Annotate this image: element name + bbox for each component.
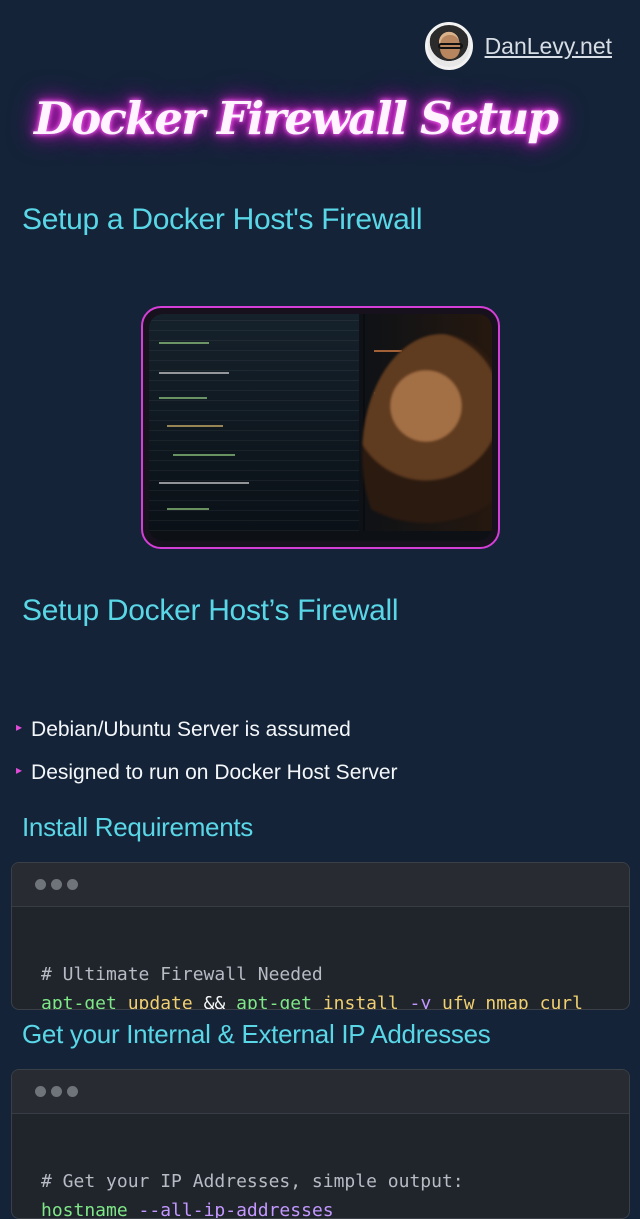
author-avatar[interactable] [424, 22, 473, 70]
code-screen [149, 314, 359, 541]
code-token: hostname [41, 1200, 128, 1219]
code-token: apt-get [41, 993, 117, 1010]
install-code-block: # Ultimate Firewall Needed apt-get updat… [11, 862, 630, 1010]
code-body[interactable]: # Get your IP Addresses, simple output: … [12, 1114, 629, 1219]
ip-code-block: # Get your IP Addresses, simple output: … [11, 1069, 630, 1219]
list-item-text: Designed to run on Docker Host Server [31, 760, 398, 784]
triangle-right-icon: ▸ [16, 720, 23, 734]
page-title: Docker Firewall Setup [34, 92, 559, 145]
window-dot-icon [35, 1086, 46, 1097]
code-token: apt-get [236, 993, 312, 1010]
code-token: && [203, 993, 226, 1010]
hero-taskbar [149, 531, 492, 541]
code-token: install [322, 993, 399, 1010]
window-dot-icon [51, 879, 62, 890]
install-requirements-heading: Install Requirements [22, 812, 253, 842]
list-item: ▸ Designed to run on Docker Host Server [16, 751, 398, 794]
code-body[interactable]: # Ultimate Firewall Needed apt-get updat… [12, 907, 629, 1010]
ip-addresses-heading: Get your Internal & External IP Addresse… [22, 1019, 491, 1049]
site-header: DanLevy.net [424, 22, 612, 70]
code-token: -y [409, 993, 432, 1010]
person-silhouette [362, 334, 492, 541]
code-comment: # Ultimate Firewall Needed [41, 964, 323, 985]
code-token: curl [539, 993, 583, 1010]
code-token: update [127, 993, 193, 1010]
window-dot-icon [51, 1086, 62, 1097]
code-comment: # Get your IP Addresses, simple output: [41, 1171, 464, 1192]
code-block-header [12, 863, 629, 907]
page-heading: Setup Docker Host’s Firewall [22, 594, 399, 627]
code-token: ufw [442, 993, 475, 1010]
code-block-header [12, 1070, 629, 1114]
hero-image-content [149, 314, 492, 541]
avatar-glasses [437, 43, 463, 49]
code-token: nmap [485, 993, 529, 1010]
requirements-list: ▸ Debian/Ubuntu Server is assumed ▸ Desi… [16, 708, 398, 794]
window-dot-icon [35, 879, 46, 890]
section-heading: Setup a Docker Host's Firewall [22, 203, 423, 236]
window-dot-icon [67, 879, 78, 890]
list-item: ▸ Debian/Ubuntu Server is assumed [16, 708, 398, 751]
window-dot-icon [67, 1086, 78, 1097]
site-home-link[interactable]: DanLevy.net [485, 33, 612, 60]
triangle-right-icon: ▸ [16, 763, 23, 777]
list-item-text: Debian/Ubuntu Server is assumed [31, 717, 351, 741]
code-token: --all-ip-addresses [138, 1200, 334, 1219]
hero-image [141, 306, 500, 549]
